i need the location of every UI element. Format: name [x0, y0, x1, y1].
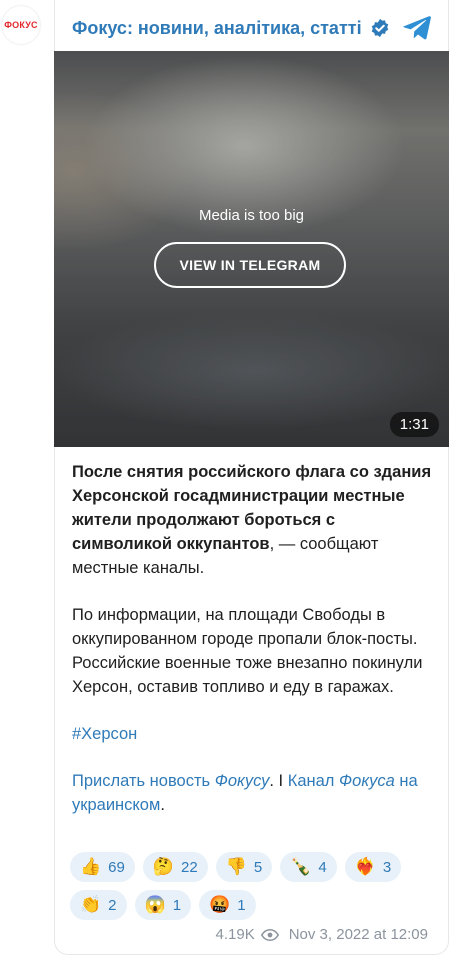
channel-avatar[interactable]: ФОКУС — [2, 6, 40, 44]
eye-icon — [260, 928, 279, 941]
reaction-champagne[interactable]: 🍾 4 — [280, 852, 337, 882]
post-header: Фокус: новини, аналітика, статті — [72, 14, 432, 42]
view-in-telegram-button[interactable]: VIEW IN TELEGRAM — [154, 242, 346, 288]
reactions-row-2: 👏 2 😱 1 🤬 1 — [70, 890, 440, 920]
hashtag-link[interactable]: #Херсон — [72, 725, 137, 743]
telegram-icon[interactable] — [402, 12, 432, 42]
link-separator: . I — [269, 772, 288, 790]
reaction-thinking[interactable]: 🤔 22 — [142, 852, 208, 882]
reaction-screaming[interactable]: 😱 1 — [134, 890, 192, 920]
avatar-logo-text: ФОКУС — [4, 20, 38, 30]
reaction-cursing[interactable]: 🤬 1 — [199, 890, 256, 920]
channel-title[interactable]: Фокус: новини, аналітика, статті — [72, 18, 362, 39]
post-text: После снятия российского флага со здания… — [72, 460, 432, 817]
video-preview[interactable]: Media is too big VIEW IN TELEGRAM 1:31 — [54, 51, 449, 447]
media-too-big-message: Media is too big — [198, 207, 305, 224]
post-date[interactable]: Nov 3, 2022 at 12:09 — [289, 926, 428, 943]
link-period: . — [160, 796, 165, 814]
verified-badge-icon — [371, 18, 388, 38]
reaction-thumbs-up[interactable]: 👍 69 — [70, 852, 135, 882]
view-count: 4.19K — [215, 926, 255, 943]
reactions-row-1: 👍 69 🤔 22 👎 5 🍾 4 ❤️‍🔥 3 — [70, 852, 440, 882]
post-paragraph-2: По информации, на площади Свободы в окку… — [72, 606, 423, 696]
reactions-bar: 👍 69 🤔 22 👎 5 🍾 4 ❤️‍🔥 3 👏 2 😱 1 🤬 1 — [70, 852, 440, 928]
send-news-link[interactable]: Прислать новость Фокусу — [72, 772, 269, 790]
reaction-clapping[interactable]: 👏 2 — [70, 890, 127, 920]
post-footer: 4.19K Nov 3, 2022 at 12:09 — [216, 926, 428, 943]
reaction-heart-on-fire[interactable]: ❤️‍🔥 3 — [344, 852, 402, 882]
video-duration-badge: 1:31 — [389, 412, 439, 437]
reaction-thumbs-down[interactable]: 👎 5 — [215, 852, 273, 882]
